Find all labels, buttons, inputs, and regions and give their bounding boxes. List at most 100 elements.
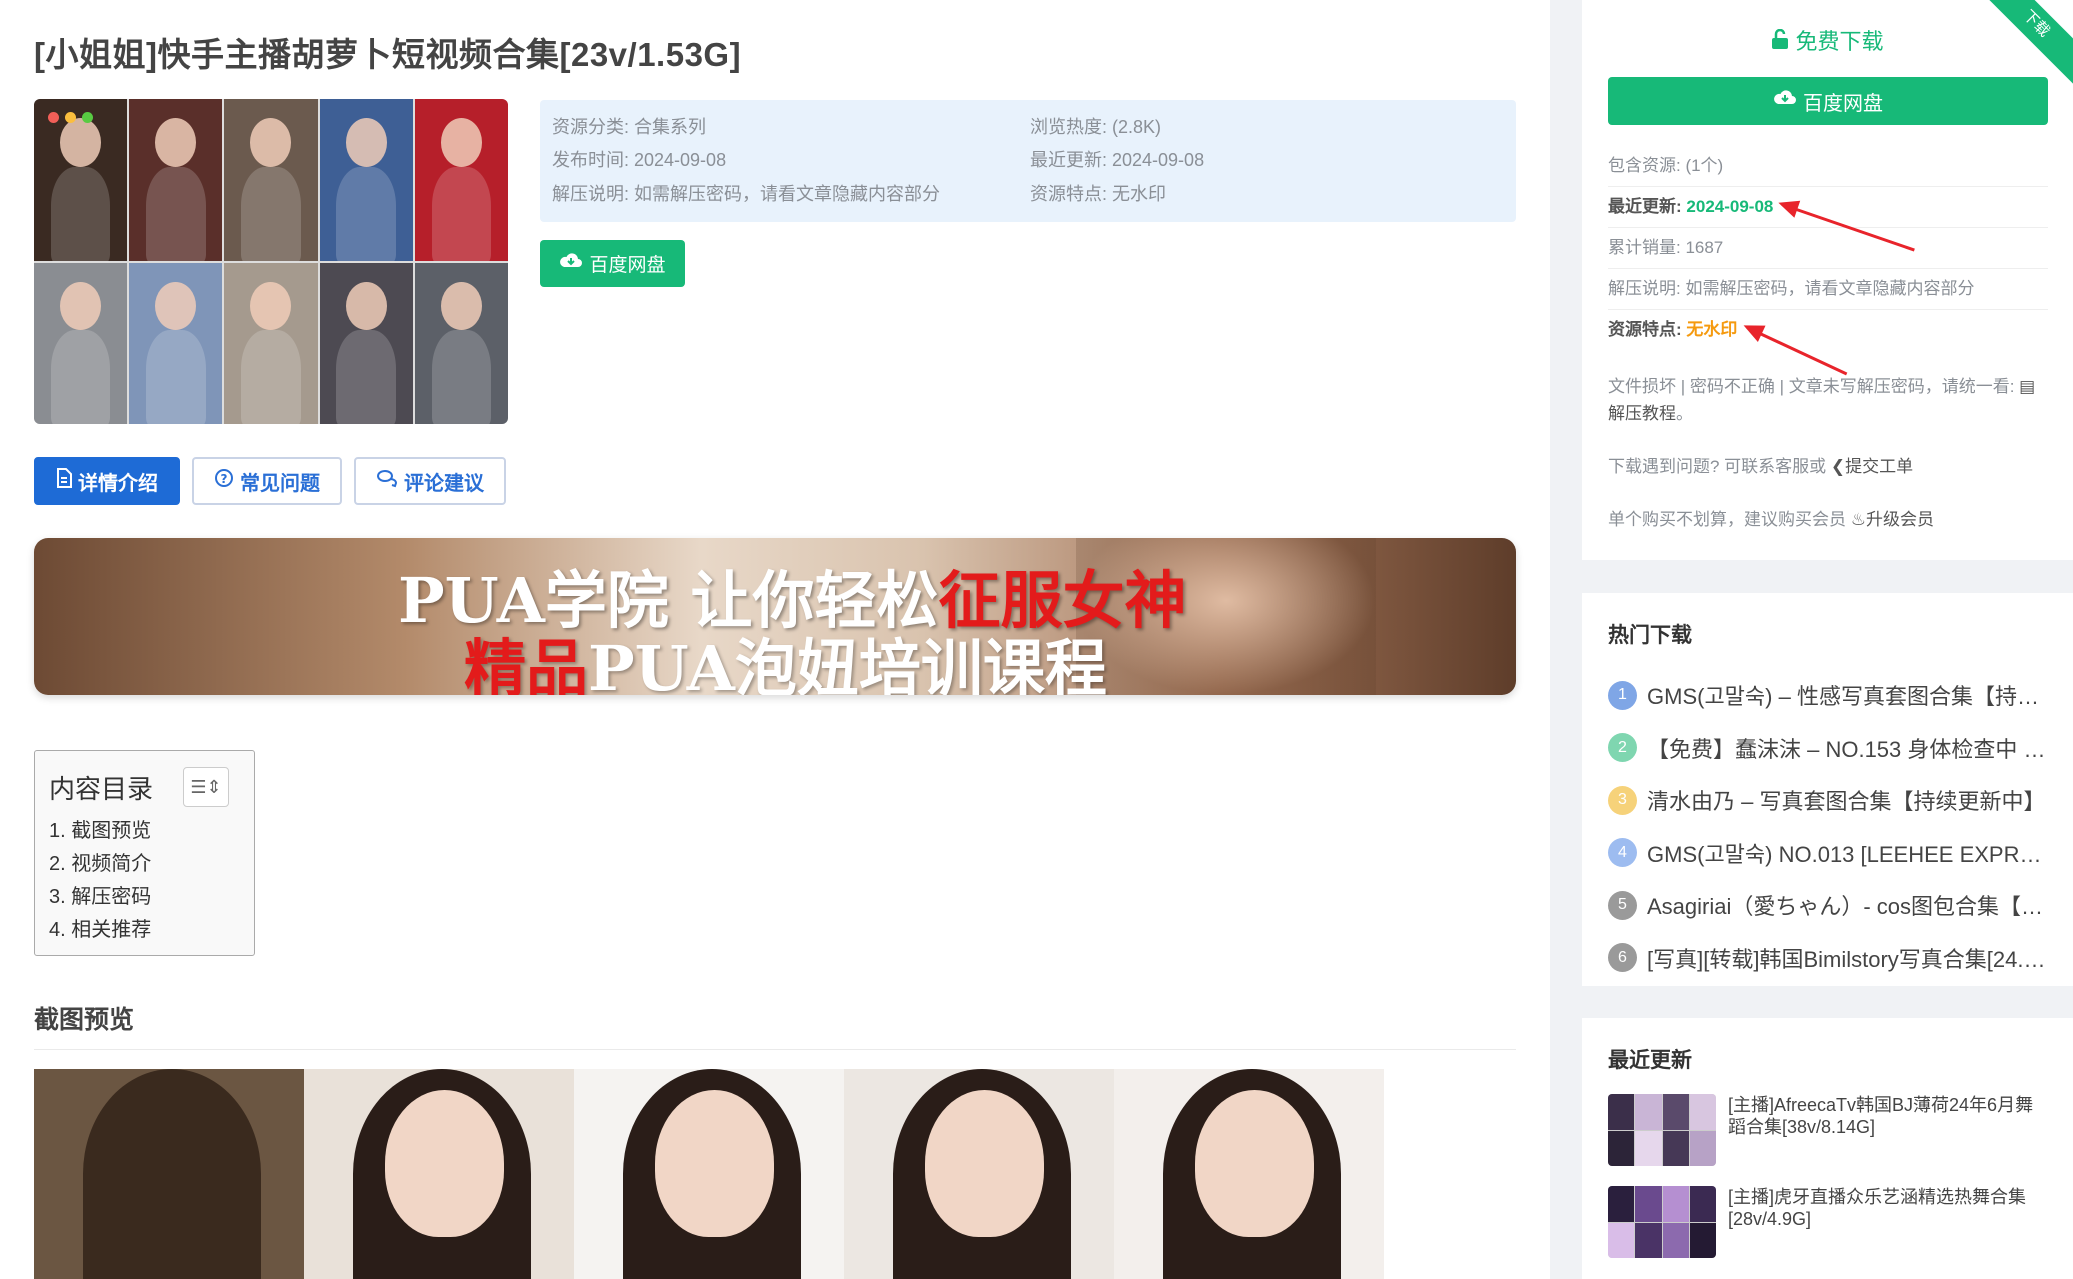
cloud-download-icon <box>559 251 583 277</box>
section-divider <box>34 1049 1516 1050</box>
toc-item[interactable]: 3. 解压密码 <box>49 881 240 914</box>
help-text: 文件损坏 | 密码不正确 | 文章未写解压密码，请统一看: ▤解压教程。 下载遇… <box>1608 373 2048 559</box>
rank-badge: 6 <box>1608 943 1637 973</box>
hot-download-item[interactable]: 2 【免费】蠢沫沫 – NO.153 身体检查中 [91P-1.62GB] <box>1608 722 2047 775</box>
info-published: 发布时间: 2024-09-08 <box>552 150 727 171</box>
hot-downloads-card: 热门下载 1 GMS(고말숙) – 性感写真套图合集【持续更新中】 2 【免费】蠢沫沫… <box>1582 593 2073 986</box>
window-dots <box>48 112 93 123</box>
download-card: 下载 免费下载 百度网盘 包含资源: (1个) 最近更新: 2024-09-08… <box>1582 0 2073 560</box>
cloud-download-icon <box>1773 88 1797 114</box>
info-updated: 最近更新: 2024-09-08 <box>1030 150 1205 171</box>
info-features: 资源特点: 无水印 <box>1030 183 1167 204</box>
resource-meta-list: 包含资源: (1个) 最近更新: 2024-09-08 累计销量: 1687 解… <box>1608 146 2048 351</box>
resource-info-box: 资源分类: 合集系列 浏览热度: (2.8K) 发布时间: 2024-09-08… <box>540 100 1516 222</box>
screenshot-frame <box>844 1069 1114 1279</box>
cover-tile <box>414 99 508 261</box>
upgrade-member-link[interactable]: 升级会员 <box>1866 510 1934 529</box>
content-tabs: 详情介绍 ? 常见问题 评论建议 <box>34 457 506 505</box>
hot-download-title: GMS(고말숙) – 性感写真套图合集【持续更新中】 <box>1647 684 2047 710</box>
tab-faq-label: 常见问题 <box>240 472 320 495</box>
sidebar-baidu-label: 百度网盘 <box>1803 92 1883 115</box>
toc-list: 1. 截图预览 2. 视频简介 3. 解压密码 4. 相关推荐 <box>49 815 240 947</box>
rank-badge: 5 <box>1608 890 1637 920</box>
section-title-screenshots: 截图预览 <box>34 1006 135 1034</box>
meta-sales: 累计销量: 1687 <box>1608 228 2048 269</box>
toc-item[interactable]: 2. 视频简介 <box>49 848 240 881</box>
toc-toggle-icon[interactable]: ☰⇕ <box>183 767 230 807</box>
tab-comments[interactable]: 评论建议 <box>354 457 506 505</box>
tab-comments-label: 评论建议 <box>404 472 484 495</box>
cover-tile <box>129 99 223 261</box>
toc-title: 内容目录 <box>49 773 154 804</box>
tab-details[interactable]: 详情介绍 <box>34 457 180 505</box>
ad-banner[interactable]: PUA学院 让你轻松征服女神 精品PUA泡妞培训课程 <box>34 538 1516 695</box>
comments-icon <box>376 468 398 494</box>
meta-updated-value: 2024-09-08 <box>1686 197 1774 216</box>
toc-header: 内容目录 ☰⇕ <box>49 767 240 807</box>
cover-image[interactable] <box>34 99 508 424</box>
hot-download-item[interactable]: 5 Asagiriai（愛ちゃん）- cos图包合集【持续更新】 <box>1608 879 2047 932</box>
meta-feature: 资源特点: 无水印 <box>1608 320 1738 339</box>
screenshot-frame <box>1114 1069 1384 1279</box>
help-line-3: 单个购买不划算，建议购买会员 ♨升级会员 <box>1608 510 1934 529</box>
hot-download-title: Asagiriai（愛ちゃん）- cos图包合集【持续更新】 <box>1647 894 2047 920</box>
hot-download-item[interactable]: 3 清水由乃 – 写真套图合集【持续更新中】 <box>1608 774 2047 827</box>
sidebar-baidu-button[interactable]: 百度网盘 <box>1608 77 2048 125</box>
recent-item[interactable]: [主播]虎牙直播众乐艺涵精选热舞合集[28v/4.9G] <box>1608 1186 2047 1258</box>
hot-download-title: 清水由乃 – 写真套图合集【持续更新中】 <box>1647 789 2046 815</box>
info-category: 资源分类: 合集系列 <box>552 117 707 137</box>
screenshot-frame <box>34 1069 304 1279</box>
ticket-icon: ❮ <box>1830 457 1846 476</box>
recent-item-title: [主播]虎牙直播众乐艺涵精选热舞合集[28v/4.9G] <box>1728 1187 2027 1229</box>
recent-item[interactable]: [主播]AfreecaTv韩国BJ薄荷24年6月舞蹈合集[38v/8.14G] <box>1608 1094 2047 1166</box>
help-line-2: 下载遇到问题? 可联系客服或 ❮提交工单 <box>1608 457 1914 476</box>
hot-download-item[interactable]: 1 GMS(고말숙) – 性感写真套图合集【持续更新中】 <box>1608 669 2047 722</box>
meta-feature-value: 无水印 <box>1686 320 1738 339</box>
cover-tile <box>129 262 223 424</box>
svg-text:?: ? <box>221 472 228 486</box>
cover-tile <box>319 99 413 261</box>
article-main: [小姐姐]快手主播胡萝卜短视频合集[23v/1.53G] 资源分类: 合集系列 … <box>0 0 1550 1279</box>
help-line-1: 文件损坏 | 密码不正确 | 文章未写解压密码，请统一看: ▤解压教程。 <box>1608 377 2036 423</box>
cover-tile <box>34 262 128 424</box>
question-circle-icon: ? <box>214 468 234 494</box>
hot-downloads-title: 热门下载 <box>1608 624 1692 647</box>
cover-tile <box>224 99 318 261</box>
book-icon: ▤ <box>2019 377 2036 396</box>
hot-downloads-list: 1 GMS(고말숙) – 性感写真套图合集【持续更新中】 2 【免费】蠢沫沫 – NO… <box>1608 669 2047 984</box>
yellow-dot-icon <box>65 112 76 123</box>
flame-icon: ♨ <box>1850 510 1866 529</box>
free-download-heading: 免费下载 <box>1582 24 2073 56</box>
screenshot-frame <box>574 1069 844 1279</box>
rank-badge: 3 <box>1608 785 1637 815</box>
cover-tile <box>224 262 318 424</box>
recent-item-title: [主播]AfreecaTv韩国BJ薄荷24年6月舞蹈合集[38v/8.14G] <box>1728 1095 2034 1137</box>
toc-item[interactable]: 1. 截图预览 <box>49 815 240 848</box>
recent-updates-card: 最近更新 [主播]AfreecaTv韩国BJ薄荷24年6月舞蹈合集[38v/8.… <box>1582 1018 2073 1279</box>
screenshot-preview[interactable] <box>34 1069 1384 1279</box>
document-icon <box>56 468 72 494</box>
cover-tile <box>319 262 413 424</box>
submit-ticket-link[interactable]: 提交工单 <box>1845 457 1913 476</box>
toc-item[interactable]: 4. 相关推荐 <box>49 914 240 947</box>
unzip-tutorial-link[interactable]: 解压教程 <box>1608 404 1676 423</box>
hot-download-item[interactable]: 6 [写真][转载]韩国Bimilstory写真合集[24.6G] <box>1608 932 2047 985</box>
free-download-label: 免费下载 <box>1795 29 1884 54</box>
baidu-download-label: 百度网盘 <box>589 255 666 276</box>
info-unzip-note: 解压说明: 如需解压密码，请看文章隐藏内容部分 <box>552 183 940 204</box>
page-title: [小姐姐]快手主播胡萝卜短视频合集[23v/1.53G] <box>34 36 742 73</box>
meta-unzip: 解压说明: 如需解压密码，请看文章隐藏内容部分 <box>1608 269 2048 310</box>
baidu-download-button[interactable]: 百度网盘 <box>540 240 685 287</box>
hot-download-title: 【免费】蠢沫沫 – NO.153 身体检查中 [91P-1.62GB] <box>1647 736 2047 762</box>
hot-download-item[interactable]: 4 GMS(고말숙) NO.013 [LEEHEE EXPRESS] <box>1608 827 2047 880</box>
tab-faq[interactable]: ? 常见问题 <box>192 457 342 505</box>
tab-details-label: 详情介绍 <box>78 472 158 495</box>
green-dot-icon <box>82 112 93 123</box>
banner-line-2: 精品PUA泡妞培训课程 <box>464 632 1107 695</box>
meta-contains: 包含资源: (1个) <box>1608 146 2048 187</box>
sidebar: 下载 免费下载 百度网盘 包含资源: (1个) 最近更新: 2024-09-08… <box>1582 0 2073 1279</box>
table-of-contents: 内容目录 ☰⇕ 1. 截图预览 2. 视频简介 3. 解压密码 4. 相关推荐 <box>34 750 255 956</box>
rank-badge: 2 <box>1608 733 1637 763</box>
rank-badge: 4 <box>1608 838 1637 868</box>
info-views: 浏览热度: (2.8K) <box>1030 117 1162 137</box>
